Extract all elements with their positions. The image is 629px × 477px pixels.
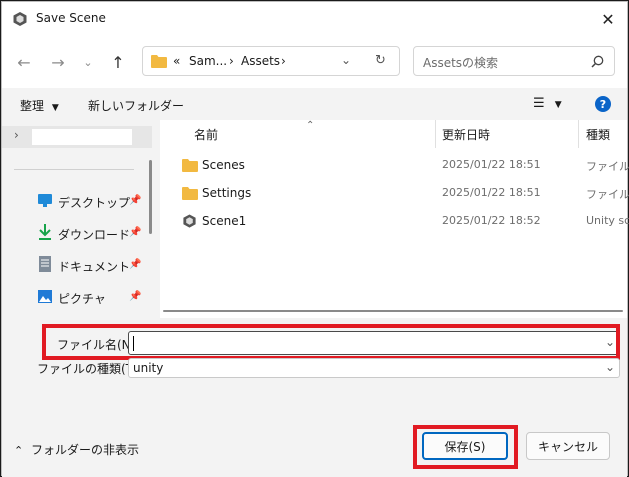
pictures-icon bbox=[38, 290, 52, 303]
close-icon: ✕ bbox=[601, 9, 615, 29]
unity-icon bbox=[183, 214, 196, 228]
organize-label: 整理 bbox=[20, 99, 45, 113]
sidebar-item-label: ダウンロード bbox=[58, 228, 131, 242]
pin-icon[interactable]: 📌 bbox=[129, 227, 141, 238]
file-type: ファイル フ bbox=[586, 188, 629, 201]
column-label: 更新日時 bbox=[442, 128, 491, 142]
folder-icon bbox=[151, 55, 167, 68]
hide-folders-label: フォルダーの非表示 bbox=[31, 443, 140, 457]
up-button[interactable]: ↑ bbox=[104, 48, 132, 76]
download-icon bbox=[39, 224, 51, 240]
sidebar-item-label: ドキュメント bbox=[58, 260, 131, 274]
title-bar: Save Scene ✕ bbox=[2, 2, 627, 36]
filetype-label: ファイルの種類(T): bbox=[37, 362, 142, 376]
document-icon bbox=[39, 256, 51, 272]
home-item-label-box bbox=[32, 129, 132, 145]
sidebar-item-documents[interactable]: ドキュメント 📌 bbox=[2, 251, 152, 279]
file-name: Settings bbox=[202, 186, 252, 200]
folder-icon bbox=[182, 187, 198, 200]
filename-highlight-box bbox=[42, 324, 620, 360]
chevron-down-icon: ⌄ bbox=[83, 55, 93, 69]
hide-folders-toggle[interactable]: ⌃ フォルダーの非表示 bbox=[14, 441, 139, 458]
up-arrow-icon: ↑ bbox=[111, 52, 125, 72]
chevron-up-icon: ⌃ bbox=[14, 444, 24, 457]
forward-arrow-icon: → bbox=[51, 52, 65, 72]
help-icon: ? bbox=[599, 97, 607, 111]
folder-icon bbox=[182, 159, 198, 172]
unity-icon bbox=[13, 12, 27, 26]
sidebar-item-label: デスクトップ bbox=[58, 196, 131, 210]
recent-locations-button[interactable]: ⌄ bbox=[74, 48, 102, 76]
filetype-dropdown[interactable]: unity ⌄ bbox=[128, 358, 620, 378]
column-divider[interactable] bbox=[578, 120, 579, 148]
column-divider[interactable] bbox=[435, 120, 436, 148]
column-label: 種類 bbox=[586, 128, 611, 142]
column-header-type[interactable]: 種類 bbox=[586, 126, 610, 143]
file-row-settings[interactable]: Settings 2025/01/22 18:51 ファイル フ bbox=[160, 180, 629, 206]
sidebar-item-downloads[interactable]: ダウンロード 📌 bbox=[2, 219, 152, 247]
file-date: 2025/01/22 18:51 bbox=[442, 158, 541, 171]
home-item[interactable]: › bbox=[2, 126, 152, 148]
new-folder-button[interactable]: 新しいフォルダー bbox=[88, 97, 184, 114]
search-icon bbox=[591, 55, 604, 68]
caret-down-icon: ▼ bbox=[51, 103, 59, 113]
sidebar-item-desktop[interactable]: デスクトップ 📌 bbox=[2, 187, 152, 215]
column-label: 名前 bbox=[194, 128, 219, 142]
breadcrumb-separator[interactable]: › bbox=[229, 54, 234, 68]
refresh-icon[interactable]: ↻ bbox=[375, 53, 386, 68]
save-scene-dialog: Save Scene ✕ ← → ⌄ ↑ « Sam... › Assets ›… bbox=[1, 1, 629, 477]
sort-up-icon: ⌃ bbox=[306, 120, 315, 131]
search-box[interactable]: Assetsの検索 bbox=[413, 46, 615, 76]
sidebar-item-label: ピクチャ bbox=[58, 292, 106, 306]
address-dropdown-icon[interactable]: ⌄ bbox=[341, 53, 351, 67]
toolbar: 整理 ▼ 新しいフォルダー ☰ ▼ ? bbox=[2, 88, 627, 120]
new-folder-label: 新しいフォルダー bbox=[88, 99, 185, 113]
file-name: Scene1 bbox=[202, 214, 247, 228]
file-row-scene1[interactable]: Scene1 2025/01/22 18:52 Unity sc bbox=[160, 208, 629, 234]
help-button[interactable]: ? bbox=[595, 96, 611, 112]
sidebar-item-pictures[interactable]: ピクチャ 📌 bbox=[2, 283, 152, 311]
desktop-icon bbox=[38, 194, 52, 207]
file-list: 名前 ⌃ 更新日時 種類 Scenes 2025/01/22 18:51 ファイ… bbox=[160, 120, 629, 318]
navigation-pane: › デスクトップ 📌 ダウンロード 📌 ドキュメント 📌 ピクチャ 📌 bbox=[2, 120, 160, 318]
breadcrumb-separator[interactable]: › bbox=[281, 54, 286, 68]
save-highlight-box bbox=[413, 425, 518, 469]
expand-chevron-icon[interactable]: › bbox=[14, 128, 19, 142]
filetype-value: unity bbox=[133, 361, 164, 375]
column-header-date[interactable]: 更新日時 bbox=[442, 126, 490, 143]
horizontal-scrollbar[interactable] bbox=[163, 310, 623, 312]
cancel-label: キャンセル bbox=[537, 439, 598, 454]
view-options-button[interactable]: ☰ ▼ bbox=[533, 96, 562, 111]
window-title: Save Scene bbox=[36, 11, 106, 25]
pin-icon[interactable]: 📌 bbox=[129, 259, 141, 270]
address-bar[interactable]: « Sam... › Assets › ⌄ ↻ bbox=[142, 46, 400, 76]
file-date: 2025/01/22 18:52 bbox=[442, 214, 541, 227]
sidebar-divider bbox=[14, 169, 134, 170]
file-type: Unity sc bbox=[586, 214, 629, 227]
column-header-name[interactable]: 名前 ⌃ bbox=[194, 120, 434, 146]
close-button[interactable]: ✕ bbox=[593, 4, 623, 34]
save-form: ファイル名(N): ⌄ ファイルの種類(T): unity ⌄ ⌃ フォルダーの… bbox=[2, 318, 627, 477]
chevron-down-icon[interactable]: ⌄ bbox=[605, 360, 615, 374]
breadcrumb-assets[interactable]: Assets bbox=[241, 54, 280, 68]
forward-button[interactable]: → bbox=[44, 48, 72, 76]
organize-menu[interactable]: 整理 ▼ bbox=[20, 97, 59, 114]
pin-icon[interactable]: 📌 bbox=[129, 291, 141, 302]
file-row-scenes[interactable]: Scenes 2025/01/22 18:51 ファイル フ bbox=[160, 152, 629, 178]
file-type: ファイル フ bbox=[586, 160, 629, 173]
back-button[interactable]: ← bbox=[10, 48, 38, 76]
list-view-icon: ☰ bbox=[533, 96, 545, 111]
file-name: Scenes bbox=[202, 158, 245, 172]
caret-down-icon: ▼ bbox=[554, 100, 562, 110]
back-arrow-icon: ← bbox=[17, 52, 31, 72]
breadcrumb-sam[interactable]: Sam... bbox=[189, 54, 227, 68]
search-input[interactable]: Assetsの検索 bbox=[423, 54, 498, 71]
navigation-bar: ← → ⌄ ↑ « Sam... › Assets › ⌄ ↻ Assetsの検… bbox=[2, 36, 627, 88]
pin-icon[interactable]: 📌 bbox=[129, 195, 141, 206]
file-date: 2025/01/22 18:51 bbox=[442, 186, 541, 199]
address-overflow[interactable]: « bbox=[173, 54, 180, 68]
cancel-button[interactable]: キャンセル bbox=[526, 432, 610, 460]
